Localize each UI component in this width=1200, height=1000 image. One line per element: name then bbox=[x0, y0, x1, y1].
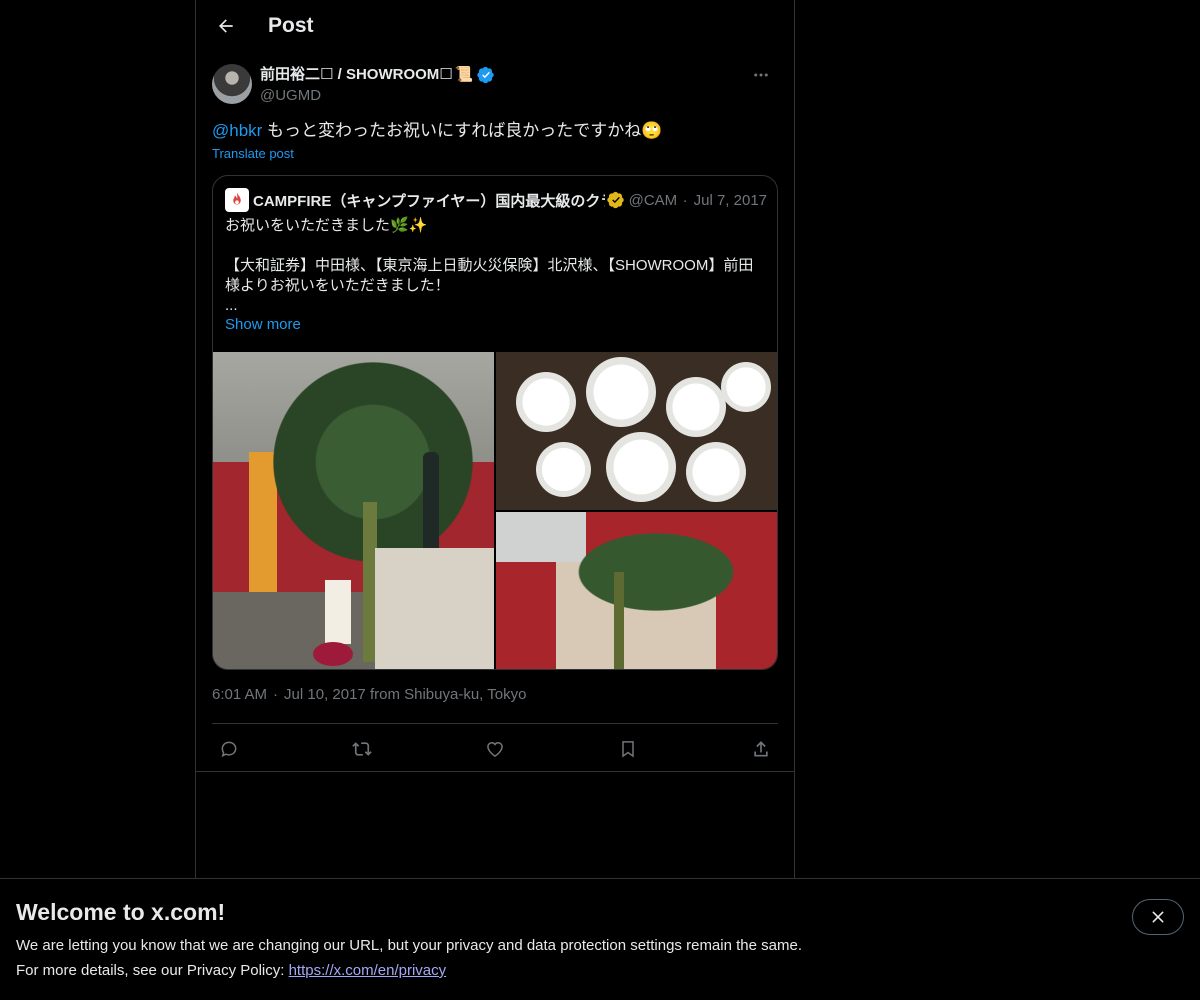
close-icon bbox=[1152, 911, 1164, 923]
quoted-date[interactable]: Jul 7, 2017 bbox=[694, 192, 767, 209]
banner-message: We are letting you know that we are chan… bbox=[16, 937, 802, 954]
media-grid bbox=[213, 352, 777, 669]
post-time[interactable]: 6:01 AM bbox=[212, 686, 267, 703]
reply-icon bbox=[221, 741, 237, 757]
primary-column: Post 前田裕二☐ / SHOWROOM☐ 📜 @UGMD @hbkr もっと… bbox=[195, 0, 795, 880]
avatar[interactable] bbox=[212, 64, 252, 104]
campfire-logo-icon bbox=[233, 192, 241, 205]
meta-dot-separator: · bbox=[273, 686, 279, 703]
banner-title: Welcome to x.com! bbox=[16, 899, 226, 925]
translate-post-link[interactable]: Translate post bbox=[212, 146, 294, 161]
share-icon bbox=[754, 740, 768, 756]
arrow-left-icon bbox=[219, 19, 233, 33]
post-body: もっと変わったお祝いにすれば良かったですかね🙄 bbox=[262, 121, 663, 140]
quoted-post-card[interactable]: CAMPFIRE（キャンプファイヤー）国内最大級のクラウドファンディング @CA… bbox=[212, 175, 778, 670]
mention-link[interactable]: @hbkr bbox=[212, 121, 262, 140]
verified-gold-badge-icon bbox=[606, 191, 624, 209]
author-display-name[interactable]: 前田裕二☐ / SHOWROOM☐ 📜 bbox=[260, 64, 495, 86]
post-date-location[interactable]: Jul 10, 2017 from Shibuya-ku, Tokyo bbox=[284, 686, 526, 703]
author-names: 前田裕二☐ / SHOWROOM☐ 📜 @UGMD bbox=[260, 64, 495, 106]
quoted-post-header: CAMPFIRE（キャンプファイヤー）国内最大級のクラウドファンディング @CA… bbox=[225, 188, 767, 212]
quoted-post-body: お祝いをいただきました🌿✨ 【大和証券】中田様、【東京海上日動火災保険】北沢様、… bbox=[225, 216, 767, 316]
banner-close-button[interactable] bbox=[1132, 899, 1184, 935]
more-options-button[interactable] bbox=[744, 64, 778, 86]
quoted-line: ... bbox=[225, 297, 238, 314]
reply-button[interactable] bbox=[212, 732, 246, 766]
heart-icon bbox=[487, 741, 503, 757]
post-meta: 6:01 AM · Jul 10, 2017 from Shibuya-ku, To… bbox=[212, 686, 526, 703]
like-button[interactable] bbox=[478, 732, 512, 766]
scroll-emoji: 📜 bbox=[454, 66, 474, 83]
quoted-display-name[interactable]: CAMPFIRE（キャンプファイヤー）国内最大級のクラウドファンディング bbox=[253, 190, 605, 211]
privacy-policy-link[interactable]: https://x.com/en/privacy bbox=[289, 962, 447, 979]
photo-orchids[interactable] bbox=[496, 352, 777, 510]
quoted-line: 【大和証券】中田様、【東京海上日動火災保険】北沢様、【SHOWROOM】前田様よ… bbox=[225, 257, 754, 294]
bookmark-icon bbox=[622, 740, 634, 758]
banner-privacy-prefix: For more details, see our Privacy Policy… bbox=[16, 962, 289, 979]
post-text: @hbkr もっと変わったお祝いにすれば良かったですかね🙄 bbox=[212, 118, 778, 144]
page-title: Post bbox=[268, 14, 314, 37]
top-bar: Post bbox=[196, 0, 794, 54]
action-bar bbox=[212, 723, 778, 773]
repost-icon bbox=[352, 741, 372, 756]
welcome-banner: Welcome to x.com! We are letting you kno… bbox=[0, 878, 1200, 1000]
author-row: 前田裕二☐ / SHOWROOM☐ 📜 @UGMD bbox=[212, 64, 778, 108]
author-name-text: 前田裕二☐ / SHOWROOM☐ bbox=[260, 66, 453, 83]
verified-badge-icon bbox=[477, 66, 495, 84]
share-button[interactable] bbox=[744, 732, 778, 766]
photo-plant-office[interactable] bbox=[496, 512, 777, 669]
photo-money-tree[interactable] bbox=[213, 352, 494, 669]
quoted-dot-separator: · bbox=[682, 191, 688, 209]
bookmark-button[interactable] bbox=[611, 732, 645, 766]
quoted-line: お祝いをいただきました🌿✨ bbox=[225, 217, 428, 234]
repost-button[interactable] bbox=[345, 732, 379, 766]
quoted-line bbox=[225, 236, 767, 256]
section-divider bbox=[196, 771, 794, 772]
quoted-avatar[interactable] bbox=[225, 188, 249, 212]
quoted-handle[interactable]: @CAMPFIREjp bbox=[629, 192, 677, 209]
banner-privacy-line: For more details, see our Privacy Policy… bbox=[16, 962, 446, 979]
show-more-link[interactable]: Show more bbox=[225, 316, 301, 333]
back-button[interactable] bbox=[208, 8, 244, 44]
more-horizontal-icon bbox=[754, 73, 768, 77]
author-handle[interactable]: @UGMD bbox=[260, 86, 495, 106]
